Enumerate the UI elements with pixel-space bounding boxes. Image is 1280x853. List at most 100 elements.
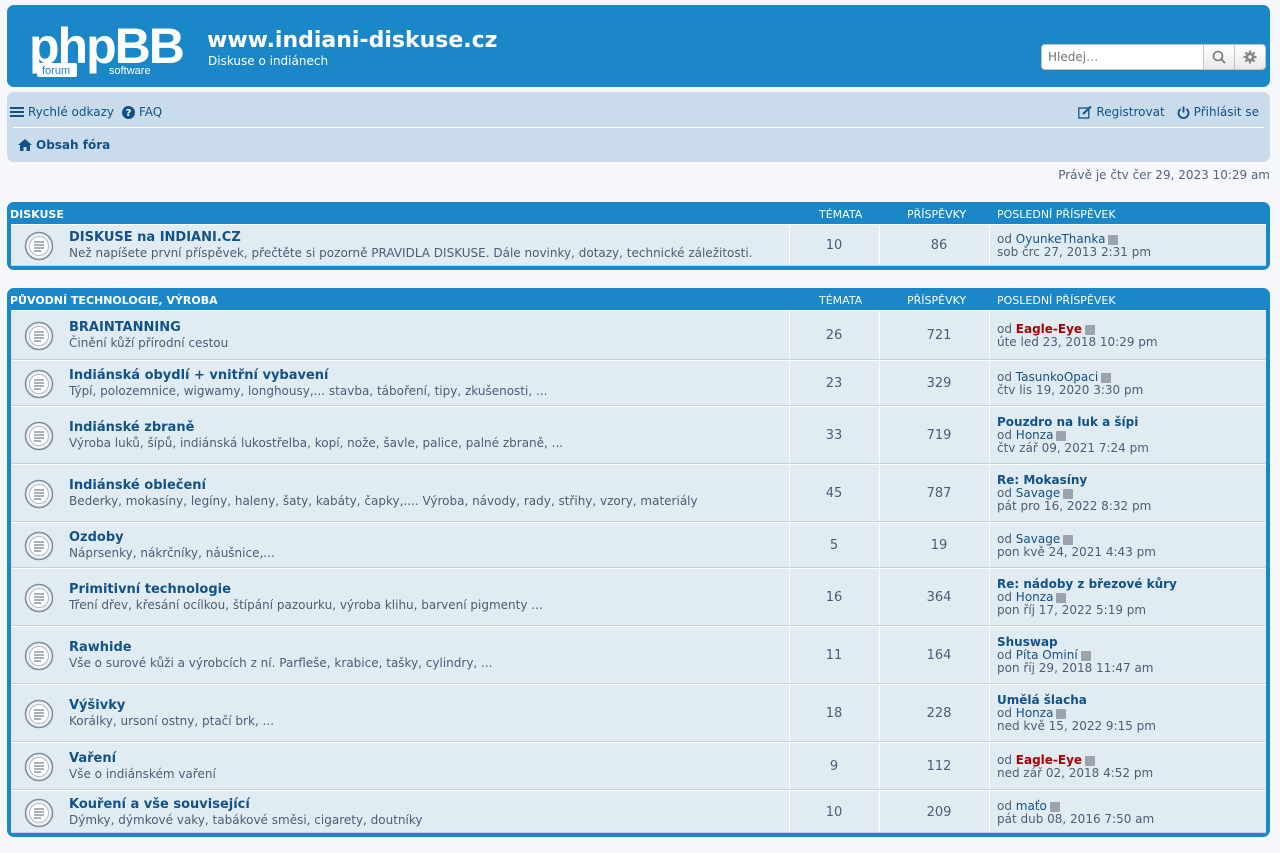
site-title[interactable]: www.indiani-diskuse.cz: [207, 28, 498, 54]
forum-row: Rawhide Vše o surové kůži a výrobcích z …: [11, 626, 1266, 684]
view-latest-post-icon[interactable]: [1063, 534, 1074, 545]
view-latest-post-icon[interactable]: [1056, 708, 1067, 719]
topics-count: 16: [825, 590, 843, 605]
last-post-author-link[interactable]: Honza: [1016, 590, 1054, 604]
forum-title-link[interactable]: DISKUSE na INDIANI.CZ: [69, 230, 241, 245]
topics-count: 5: [829, 538, 839, 553]
column-divider: [989, 743, 990, 789]
forum-read-icon: [24, 369, 54, 399]
last-post-by-prefix: od: [997, 232, 1012, 246]
last-post: Pouzdro na luk a šípi od Honza čtv zář 09,…: [997, 416, 1149, 455]
forum-title-link[interactable]: Primitivní technologie: [69, 582, 231, 597]
forum-category: DISKUSE TÉMATA PŘÍSPĚVKY POSLEDNÍ PŘÍSPĚVEK…: [7, 202, 1270, 270]
forum-title-link[interactable]: Indiánské oblečení: [69, 478, 206, 493]
view-latest-post-icon[interactable]: [1101, 372, 1112, 383]
forum-read-icon: [24, 321, 54, 351]
last-post-author-link[interactable]: maťo: [1016, 799, 1047, 813]
register-link[interactable]: Registrovat: [1078, 105, 1165, 119]
last-post-author-link[interactable]: Honza: [1016, 428, 1054, 442]
last-post: od OyunkeThanka sob črc 27, 2013 2:31 pm: [997, 233, 1151, 259]
topics-count: 10: [825, 238, 843, 253]
forum-description: Než napíšete první příspěvek, přečtěte s…: [69, 246, 753, 260]
forum-title-link[interactable]: Vaření: [69, 751, 116, 766]
posts-count: 228: [926, 706, 952, 721]
column-header-posts: PŘÍSPĚVKY: [907, 208, 967, 221]
forum-read-icon: [24, 798, 54, 828]
search-input[interactable]: [1041, 44, 1204, 70]
site-header: phpBB forum software www.indiani-diskuse…: [7, 5, 1270, 87]
power-icon: [1177, 106, 1190, 119]
last-post-date: úte led 23, 2018 10:29 pm: [997, 335, 1158, 349]
forum-description: Dýmky, dýmkové vaky, tabákové směsi, cig…: [69, 813, 423, 827]
forum-title-link[interactable]: Výšivky: [69, 698, 125, 713]
breadcrumb-home[interactable]: Obsah fóra: [18, 138, 110, 152]
last-post: od Eagle-Eye ned zář 02, 2018 4:52 pm: [997, 754, 1153, 780]
forum-title-link[interactable]: BRAINTANNING: [69, 320, 181, 335]
forum-row: Ozdoby Náprsenky, nákrčníky, náušnice,..…: [11, 522, 1266, 568]
view-latest-post-icon[interactable]: [1108, 234, 1119, 245]
posts-count: 719: [926, 428, 952, 443]
home-icon: [18, 139, 32, 151]
forum-title-link[interactable]: Ozdoby: [69, 530, 124, 545]
search-button[interactable]: [1204, 44, 1235, 70]
login-label: Přihlásit se: [1193, 105, 1259, 119]
last-post-date: pát pro 16, 2022 8:32 pm: [997, 499, 1152, 513]
forum-title-link[interactable]: Indiánská obydlí + vnitřní vybavení: [69, 368, 329, 383]
last-post-by-prefix: od: [997, 532, 1012, 546]
last-post-author-link[interactable]: Eagle-Eye: [1016, 753, 1082, 767]
view-latest-post-icon[interactable]: [1049, 801, 1060, 812]
column-divider: [879, 685, 880, 741]
last-post-date: pon říj 17, 2022 5:19 pm: [997, 603, 1147, 617]
view-latest-post-icon[interactable]: [1085, 324, 1096, 335]
last-post-date: sob črc 27, 2013 2:31 pm: [997, 245, 1152, 259]
view-latest-post-icon[interactable]: [1056, 592, 1067, 603]
topics-count: 11: [825, 648, 843, 663]
last-post-author-link[interactable]: Eagle-Eye: [1016, 322, 1082, 336]
phpbb-logo[interactable]: phpBB forum software: [29, 19, 197, 79]
last-post-author-link[interactable]: Honza: [1016, 706, 1054, 720]
column-divider: [879, 627, 880, 683]
last-post-date: ned zář 02, 2018 4:52 pm: [997, 766, 1154, 780]
forum-read-icon: [24, 583, 54, 613]
forum-read-icon: [24, 699, 54, 729]
view-latest-post-icon[interactable]: [1085, 755, 1096, 766]
last-post-author-link[interactable]: Savage: [1016, 532, 1060, 546]
forum-description: Vše o surové kůži a výrobcích z ní. Parf…: [69, 656, 493, 670]
last-post-author-link[interactable]: OyunkeThanka: [1016, 232, 1106, 246]
forum-row: Výšivky Korálky, ursoní ostny, ptačí brk…: [11, 684, 1266, 742]
site-description: Diskuse o indiánech: [208, 54, 329, 68]
topics-count: 18: [825, 706, 843, 721]
navbar-divider: [13, 127, 1264, 128]
view-latest-post-icon[interactable]: [1063, 488, 1074, 499]
last-post-by-prefix: od: [997, 753, 1012, 767]
last-post-by-prefix: od: [997, 322, 1012, 336]
faq-link[interactable]: ? FAQ: [121, 105, 162, 119]
column-divider: [879, 791, 880, 832]
breadcrumb-home-label: Obsah fóra: [36, 138, 111, 152]
column-header-topics: TÉMATA: [819, 294, 863, 307]
topics-count: 26: [825, 328, 843, 343]
last-post-author-link[interactable]: Savage: [1016, 486, 1060, 500]
forum-row: Primitivní technologie Tření dřev, křesá…: [11, 568, 1266, 626]
category-title[interactable]: PŮVODNÍ TECHNOLOGIE, VÝROBA: [10, 294, 218, 307]
advanced-search-button[interactable]: [1235, 44, 1266, 70]
login-link[interactable]: Přihlásit se: [1177, 105, 1259, 119]
category-title[interactable]: DISKUSE: [10, 208, 64, 221]
last-post-author-link[interactable]: Píta Ominí: [1016, 648, 1078, 662]
forum-title-link[interactable]: Kouření a vše související: [69, 797, 250, 812]
edit-icon: [1078, 105, 1093, 119]
forum-row: Indiánské oblečení Bederky, mokasíny, le…: [11, 464, 1266, 522]
view-latest-post-icon[interactable]: [1056, 430, 1067, 441]
forum-title-link[interactable]: Indiánské zbraně: [69, 420, 194, 435]
quick-links-menu[interactable]: Rychlé odkazy: [10, 105, 114, 119]
posts-count: 721: [926, 328, 952, 343]
last-post-author: od Eagle-Eye: [997, 322, 1096, 336]
forum-description: Činění kůží přírodní cestou: [69, 336, 229, 350]
posts-count: 19: [930, 538, 948, 553]
column-header-topics: TÉMATA: [819, 208, 863, 221]
forum-title-link[interactable]: Rawhide: [69, 640, 132, 655]
last-post-author-link[interactable]: TasunkoOpaci: [1016, 370, 1098, 384]
topics-count: 23: [825, 376, 843, 391]
last-post: od maťo pát dub 08, 2016 7:50 am: [997, 800, 1154, 826]
view-latest-post-icon[interactable]: [1080, 650, 1091, 661]
